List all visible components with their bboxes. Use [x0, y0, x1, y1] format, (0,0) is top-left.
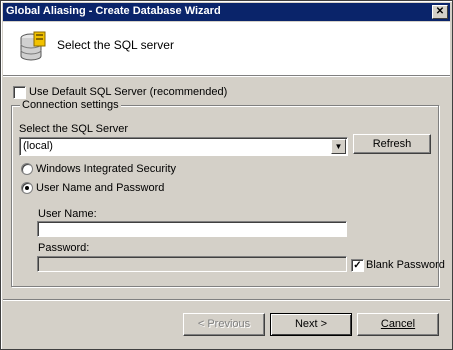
refresh-button-label: Refresh: [372, 138, 412, 150]
page-title: Select the SQL server: [57, 38, 174, 52]
next-button[interactable]: Next >: [270, 313, 352, 336]
title-bar[interactable]: Global Aliasing - Create Database Wizard…: [3, 3, 450, 21]
blank-password-checkbox[interactable]: ✓: [351, 259, 364, 272]
connection-settings-label: Connection settings: [20, 99, 121, 111]
username-input[interactable]: [37, 221, 347, 237]
windows-security-label: Windows Integrated Security: [36, 163, 177, 175]
use-default-server-checkbox[interactable]: [13, 86, 26, 99]
chevron-down-icon[interactable]: ▼: [331, 139, 346, 154]
use-default-server-label: Use Default SQL Server (recommended): [29, 86, 228, 98]
password-label: Password:: [38, 242, 90, 254]
blank-password-label: Blank Password: [366, 259, 445, 271]
header-divider: [3, 75, 450, 77]
sql-server-select[interactable]: (local) ▼: [19, 137, 348, 156]
next-button-label: Next >: [294, 318, 328, 330]
previous-button[interactable]: < Previous: [183, 313, 265, 336]
close-button[interactable]: ✕: [432, 5, 448, 19]
username-password-label: User Name and Password: [36, 182, 165, 194]
server-select-label: Select the SQL Server: [19, 123, 129, 135]
close-icon: ✕: [435, 6, 445, 17]
cancel-button[interactable]: Cancel: [357, 313, 439, 336]
windows-security-radio[interactable]: [21, 163, 33, 175]
username-password-radio[interactable]: [21, 182, 33, 194]
password-input[interactable]: [37, 256, 347, 272]
footer-divider: [3, 299, 450, 301]
window-title: Global Aliasing - Create Database Wizard: [6, 5, 221, 17]
cancel-button-label: Cancel: [380, 318, 416, 330]
database-wizard-icon: [20, 31, 46, 61]
radio-selected-dot: [25, 186, 29, 190]
previous-button-label: < Previous: [197, 318, 251, 330]
username-label: User Name:: [38, 208, 97, 220]
refresh-button[interactable]: Refresh: [353, 134, 431, 154]
wizard-header: Select the SQL server: [3, 22, 450, 75]
sql-server-value: (local): [23, 140, 53, 152]
wizard-window: Global Aliasing - Create Database Wizard…: [0, 0, 453, 350]
